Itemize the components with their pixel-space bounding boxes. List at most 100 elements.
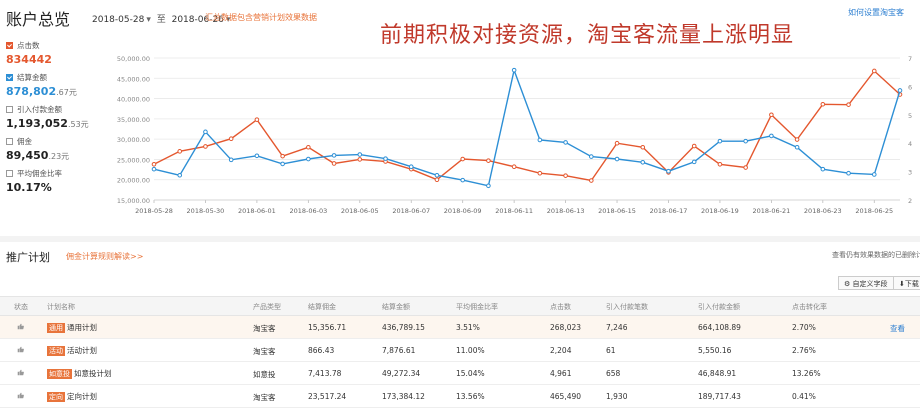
thumbs-up-icon[interactable] [17, 346, 24, 353]
deleted-plans-link[interactable]: 查看仍有效果数据的已删除计 [832, 250, 920, 260]
col-rate[interactable]: 平均佣金比率 [456, 302, 498, 312]
table-row[interactable]: 定向 定向计划 淘宝客 23,517.24 173,384.12 13.56% 465,49… [0, 385, 920, 408]
data-point-0 [331, 161, 337, 166]
x-tick-label: 2018-06-23 [804, 207, 842, 215]
y2-tick-label: 6 [908, 83, 912, 91]
metric-value: 834442 [6, 53, 52, 66]
data-point-1 [717, 138, 723, 144]
data-point-1 [820, 166, 826, 172]
metric-clicks[interactable]: 点击数 834442 [6, 40, 106, 66]
table-cell-type: 如意投 [253, 370, 276, 379]
col-orders[interactable]: 引入付款笔数 [606, 302, 648, 312]
metric-commission[interactable]: 佣金 89,450.23元 [6, 136, 106, 162]
data-point-1 [640, 159, 646, 165]
data-point-1 [228, 157, 234, 163]
x-tick-label: 2018-06-15 [598, 207, 636, 215]
trend-chart-svg: 15,000.00 20,000.00 25,000.00 30,000.00 35,0… [117, 55, 912, 215]
plan-name-cell[interactable]: 活动 活动计划 [47, 345, 97, 356]
page-title: 账户总览 [6, 10, 71, 29]
summary-note-link[interactable]: 汇总数据包含营销计划效果数据 [205, 12, 317, 23]
plan-name-cell[interactable]: 通用 通用计划 [47, 322, 97, 333]
data-point-1 [769, 133, 774, 139]
date-separator: 至 [156, 15, 166, 25]
table-header: 状态 计划名称 产品类型 结算佣金 结算金额 平均佣金比率 点击数 引入付款笔数… [0, 296, 920, 316]
table-cell-conv: 2.76% [792, 346, 816, 355]
commission-rules-link[interactable]: 佣金计算规则解读>> [66, 251, 143, 262]
thumbs-up-icon[interactable] [17, 323, 24, 330]
data-point-1 [897, 88, 903, 93]
metric-label: 结算金额 [17, 73, 47, 82]
table-cell-commission: 7,413.78 [308, 369, 342, 378]
col-amount[interactable]: 结算金额 [382, 302, 410, 312]
x-tick-label: 2018-06-05 [341, 207, 379, 215]
metric-pay-amount[interactable]: 引入付款金额 1,193,052.53元 [6, 104, 106, 130]
data-point-0 [228, 136, 234, 142]
data-point-1 [383, 156, 388, 161]
table-cell-conv: 2.70% [792, 323, 816, 332]
x-tick-label: 2018-05-30 [187, 207, 225, 215]
thumbs-up-icon[interactable] [17, 369, 24, 376]
y-tick-label: 50,000.00 [117, 55, 150, 63]
col-pay-amount[interactable]: 引入付款金额 [698, 302, 740, 312]
thumbs-up-icon[interactable] [17, 392, 24, 399]
table-row[interactable]: 如意投 如意投计划 如意投 7,413.78 49,272.34 15.04% 4,961 6… [0, 362, 920, 385]
x-tick-label: 2018-06-21 [752, 207, 790, 215]
data-point-1 [614, 156, 620, 162]
table-cell-amount: 436,789.15 [382, 323, 425, 332]
data-point-0 [460, 156, 465, 162]
data-point-1 [434, 172, 440, 178]
metric-value: 10.17% [6, 181, 52, 194]
col-commission[interactable]: 结算佣金 [308, 302, 336, 312]
plan-tag: 活动 [47, 346, 65, 356]
plan-name-cell[interactable]: 定向 定向计划 [47, 391, 97, 402]
howto-link[interactable]: 如何设置淘宝客 [848, 7, 904, 18]
y-tick-label: 40,000.00 [117, 96, 150, 104]
col-clicks[interactable]: 点击数 [550, 302, 571, 312]
metric-value: 1,193,052 [6, 117, 68, 130]
col-type: 产品类型 [253, 303, 281, 311]
data-point-0 [280, 153, 285, 159]
checkbox-checked[interactable] [6, 42, 13, 49]
custom-fields-button[interactable]: ⚙ 自定义字段 [838, 276, 894, 290]
col-conversion[interactable]: 点击转化率 [792, 302, 827, 312]
data-point-1 [331, 153, 337, 158]
plan-name: 通用计划 [67, 323, 97, 332]
data-point-1 [357, 152, 363, 157]
checkbox[interactable] [6, 138, 13, 145]
x-tick-label: 2018-05-28 [135, 207, 173, 215]
view-details-link[interactable]: 查看 [890, 323, 905, 334]
metric-avg-rate[interactable]: 平均佣金比率 10.17% [6, 168, 106, 194]
data-point-1 [743, 138, 748, 144]
data-point-1 [563, 140, 568, 145]
top-bar: 账户总览 2018-05-28 ▾ 至 2018-06-26 ▾ 汇总数据包含营销计… [0, 0, 920, 48]
plan-name-cell[interactable]: 如意投 如意投计划 [47, 368, 112, 379]
table-row[interactable]: 通用 通用计划 淘宝客 15,356.71 436,789.15 3.51% 268,023… [0, 316, 920, 339]
data-point-0 [871, 68, 877, 74]
data-point-0 [511, 164, 517, 170]
data-point-0 [151, 161, 157, 167]
table-cell-rate: 11.00% [456, 346, 485, 355]
download-button[interactable]: ⬇下载 [893, 276, 920, 290]
chevron-down-icon[interactable]: ▾ [146, 15, 151, 25]
checkbox[interactable] [6, 106, 13, 113]
data-point-1 [666, 168, 671, 174]
date-start[interactable]: 2018-05-28 [92, 15, 144, 25]
metric-settlement[interactable]: 结算金额 878,802.67元 [6, 72, 106, 98]
checkbox-checked[interactable] [6, 74, 13, 81]
data-point-1 [871, 172, 877, 177]
series-line-1 [153, 67, 901, 187]
checkbox[interactable] [6, 170, 13, 177]
metric-label: 平均佣金比率 [17, 169, 62, 178]
table-row[interactable]: 活动 活动计划 淘宝客 866.43 7,876.61 11.00% 2,204 61 5,55… [0, 339, 920, 362]
col-status: 状态 [14, 303, 28, 311]
data-point-1 [589, 154, 594, 159]
trend-chart: 15,000.00 20,000.00 25,000.00 30,000.00 35,0… [112, 40, 920, 225]
metric-fraction: .53元 [67, 120, 89, 129]
data-point-0 [846, 102, 851, 107]
table-cell-pay-amount: 664,108.89 [698, 323, 741, 332]
table-cell-pay-amount: 46,848.91 [698, 369, 737, 378]
data-point-0 [486, 158, 491, 163]
table-cell-conv: 13.26% [792, 369, 821, 378]
y-tick-label: 35,000.00 [117, 116, 150, 124]
data-point-1 [203, 129, 208, 135]
